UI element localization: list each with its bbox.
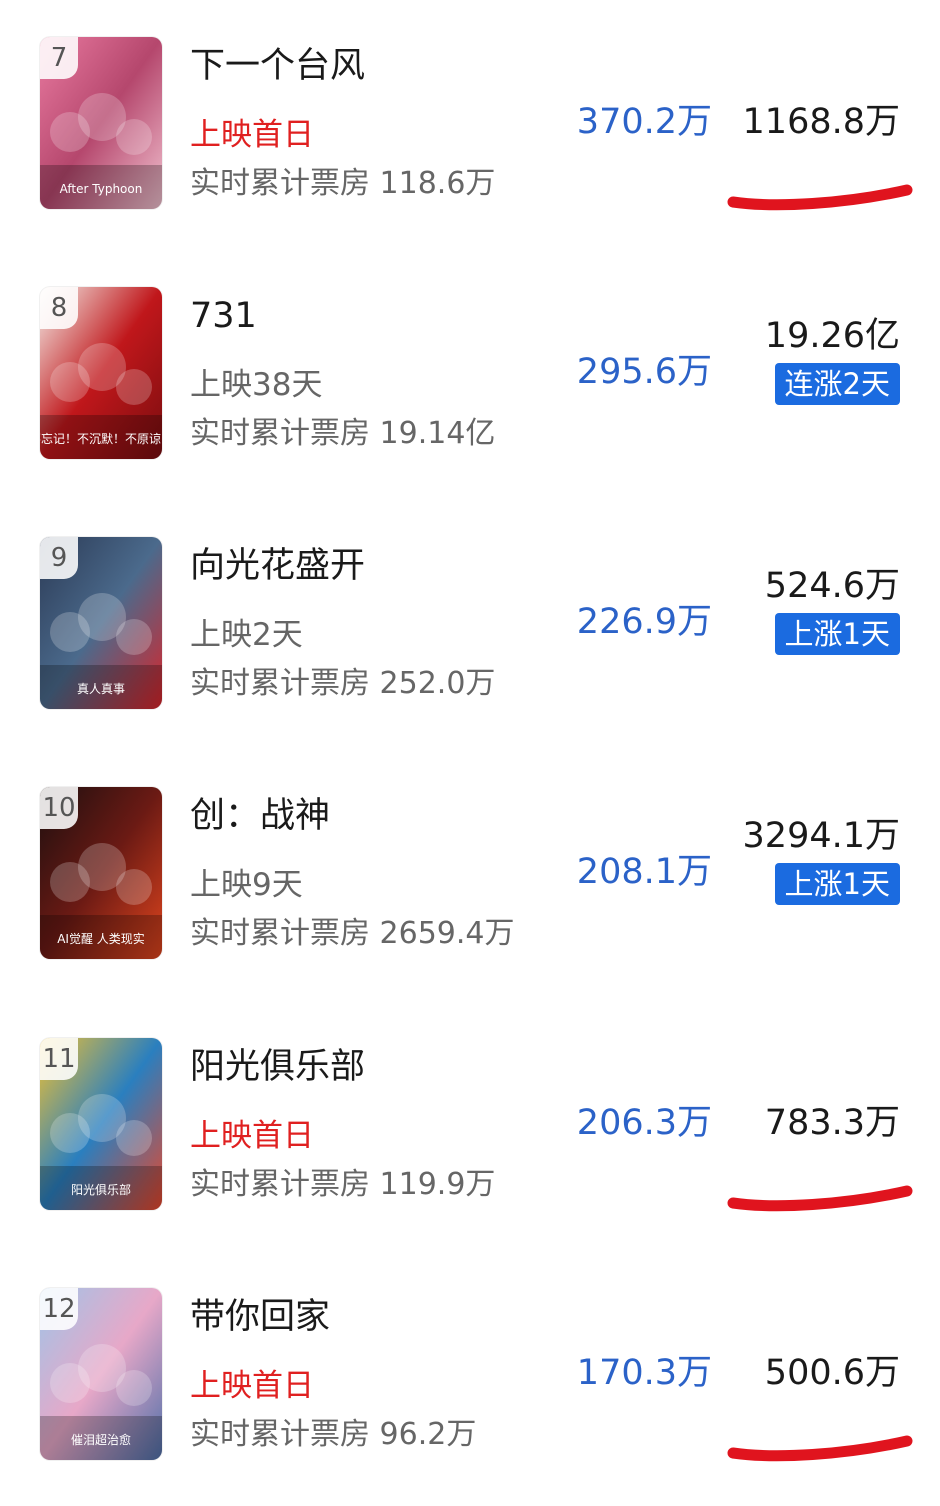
cumulative-box-office: 实时累计票房 19.14亿	[190, 416, 496, 451]
film-title[interactable]: 下一个台风	[190, 44, 365, 88]
total-box-office: 500.6万	[764, 1353, 900, 1393]
rank-number: 10	[40, 787, 78, 829]
release-status: 上映首日	[190, 1368, 314, 1404]
red-underline-annotation	[727, 1435, 913, 1462]
today-box-office: 208.1万	[576, 852, 712, 892]
red-underline-annotation	[727, 1185, 913, 1212]
release-status: 上映首日	[190, 117, 314, 153]
today-box-office: 295.6万	[576, 352, 712, 392]
cumulative-box-office: 实时累计票房 119.9万	[190, 1167, 496, 1202]
film-row[interactable]: 真人真事 9 向光花盛开上映2天实时累计票房 252.0万 226.9万 524.6万上…	[0, 500, 940, 750]
total-box-office: 1168.8万	[742, 102, 900, 142]
film-poster[interactable]: 不忘记！不沉默！不原谅！ 8	[40, 287, 162, 459]
release-status: 上映9天	[190, 867, 303, 903]
poster-caption: 不忘记！不沉默！不原谅！	[40, 431, 162, 446]
film-row[interactable]: AI觉醒 人类现实 10 创：战神上映9天实时累计票房 2659.4万 208.1万 3…	[0, 750, 940, 1000]
total-box-office: 19.26亿	[764, 316, 900, 356]
trend-badge: 上涨1天	[774, 613, 900, 655]
film-title[interactable]: 带你回家	[190, 1295, 330, 1339]
film-poster[interactable]: AI觉醒 人类现实 10	[40, 787, 162, 959]
film-row[interactable]: After Typhoon 7 下一个台风上映首日实时累计票房 118.6万 370.…	[0, 0, 940, 250]
rank-number: 9	[40, 537, 78, 579]
film-poster[interactable]: 阳光俱乐部 11	[40, 1038, 162, 1210]
film-title[interactable]: 创：战神	[190, 794, 330, 838]
cumulative-box-office: 实时累计票房 2659.4万	[190, 916, 515, 951]
total-box-office: 3294.1万	[742, 816, 900, 856]
rank-number: 7	[40, 37, 78, 79]
poster-caption: AI觉醒 人类现实	[57, 931, 145, 946]
poster-caption: 催泪超治愈	[71, 1432, 131, 1447]
rank-number: 12	[40, 1288, 78, 1330]
cumulative-box-office: 实时累计票房 118.6万	[190, 166, 496, 201]
film-poster[interactable]: 真人真事 9	[40, 537, 162, 709]
film-row[interactable]: 不忘记！不沉默！不原谅！ 8 731 上映38天实时累计票房 19.14亿 295.6万…	[0, 250, 940, 500]
total-box-office: 524.6万	[764, 566, 900, 606]
release-status: 上映首日	[190, 1118, 314, 1154]
release-status: 上映2天	[190, 617, 303, 653]
film-row[interactable]: 阳光俱乐部 11 阳光俱乐部 上映首日 实时累计票房 119.9万 206.3万 783.3…	[0, 1001, 940, 1251]
film-title[interactable]: 阳光俱乐部	[190, 1045, 365, 1089]
film-poster[interactable]: After Typhoon 7	[40, 37, 162, 209]
film-title[interactable]: 向光花盛开	[190, 544, 365, 588]
poster-caption: 真人真事	[77, 682, 125, 696]
today-box-office: 206.3万	[576, 1103, 712, 1143]
cumulative-box-office: 实时累计票房 252.0万	[190, 666, 496, 701]
release-status: 上映38天	[190, 367, 323, 403]
trend-badge: 连涨2天	[774, 363, 900, 405]
red-underline-annotation	[727, 184, 913, 211]
today-box-office: 170.3万	[576, 1353, 712, 1393]
poster-caption: 阳光俱乐部	[71, 1182, 131, 1197]
poster-caption: After Typhoon	[60, 182, 143, 196]
film-title[interactable]: 731	[190, 294, 257, 338]
today-box-office: 370.2万	[576, 102, 712, 142]
cumulative-box-office: 实时累计票房 96.2万	[190, 1417, 477, 1452]
trend-badge: 上涨1天	[774, 863, 900, 905]
film-poster[interactable]: 催泪超治愈 12	[40, 1288, 162, 1460]
film-row[interactable]: 催泪超治愈 12 带你回家上映首日实时累计票房 96.2万 170.3万 500.6万	[0, 1251, 940, 1501]
rank-number: 11	[40, 1038, 78, 1080]
rank-number: 8	[40, 287, 78, 329]
today-box-office: 226.9万	[576, 602, 712, 642]
total-box-office: 783.3万	[764, 1103, 900, 1143]
